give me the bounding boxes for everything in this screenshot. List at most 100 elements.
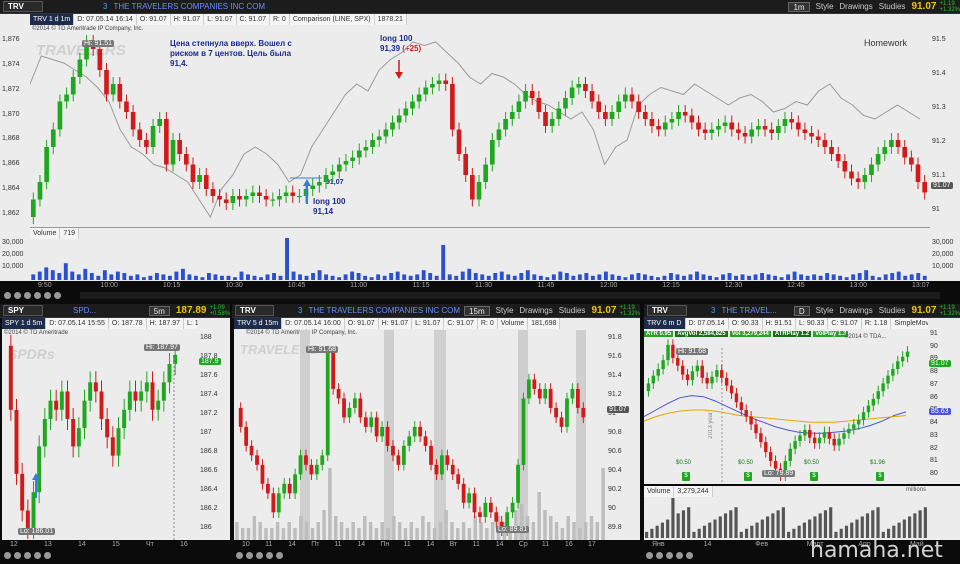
- volume-bar: [128, 275, 133, 280]
- top-scrollbar[interactable]: [80, 292, 940, 299]
- candle: [238, 407, 243, 427]
- candle: [77, 59, 83, 77]
- dividend-icon[interactable]: $: [876, 472, 884, 481]
- trvd-timeframe[interactable]: D: [793, 305, 810, 316]
- candle: [336, 164, 342, 172]
- hi-label: Hi: 91.51: [82, 40, 115, 47]
- spy-symbol-input[interactable]: SPY: [3, 305, 43, 316]
- link-number[interactable]: 3: [103, 2, 107, 11]
- candle: [629, 94, 635, 102]
- candle: [503, 119, 508, 130]
- candle: [583, 84, 588, 91]
- volume-bar: [402, 274, 407, 280]
- candle: [271, 493, 276, 513]
- trvd-studies[interactable]: Studies: [879, 306, 906, 315]
- trvd-symbol-input[interactable]: TRV: [647, 305, 687, 316]
- timeframe-button[interactable]: 1m: [788, 1, 810, 12]
- volume-bar: [787, 531, 791, 538]
- spy-zoom-controls[interactable]: [4, 552, 51, 560]
- candle: [461, 483, 466, 503]
- candle: [217, 196, 222, 200]
- candle: [705, 377, 709, 384]
- candle: [702, 129, 708, 133]
- trvd-zoom-controls[interactable]: [646, 552, 693, 560]
- axis-tick-label: 1,868: [2, 135, 20, 143]
- studies-menu[interactable]: Studies: [879, 2, 906, 11]
- trv5-link[interactable]: 3: [298, 306, 302, 315]
- candle: [554, 407, 558, 418]
- trvd-drawings[interactable]: Drawings: [839, 306, 872, 315]
- candle: [396, 455, 401, 465]
- trv5-lo-label: Lo: 89.81: [496, 526, 530, 533]
- style-menu[interactable]: Style: [816, 2, 834, 11]
- volume-bar: [428, 273, 433, 280]
- time-tick-label: 12:30: [724, 282, 743, 289]
- volume-bar: [493, 273, 498, 280]
- candle: [837, 438, 841, 446]
- trvd-style[interactable]: Style: [816, 306, 834, 315]
- dividend-icon[interactable]: $: [682, 472, 690, 481]
- spy-timeframe[interactable]: 5m: [148, 305, 170, 316]
- drawings-menu[interactable]: Drawings: [839, 2, 872, 11]
- volume-bar: [252, 275, 257, 280]
- candle: [374, 417, 379, 437]
- volume-bar: [864, 270, 869, 280]
- trvd-ma-price: 85.63: [929, 408, 951, 415]
- volume-bar: [708, 522, 712, 538]
- trv5-timeframe[interactable]: 15m: [464, 305, 490, 316]
- candle: [104, 70, 109, 95]
- volume-bar: [813, 516, 817, 538]
- symbol-input[interactable]: TRV: [3, 1, 43, 12]
- volume-bar: [460, 271, 465, 280]
- time-tick-label: 12:00: [599, 282, 618, 289]
- candle: [82, 400, 87, 429]
- volume-bar: [330, 275, 335, 280]
- candle: [423, 87, 429, 95]
- candle: [170, 140, 176, 165]
- trv5-symbol-input[interactable]: TRV: [235, 305, 275, 316]
- trvd-link[interactable]: 3: [711, 306, 715, 315]
- volume-bar: [525, 270, 530, 280]
- volume-bar: [645, 531, 649, 538]
- candle: [350, 157, 355, 161]
- candle: [463, 154, 469, 175]
- top-vol-left-axis: 30,000 20,000 10,000: [0, 227, 30, 281]
- volume-bar: [577, 274, 582, 280]
- candle: [223, 199, 229, 203]
- trv5-zoom-controls[interactable]: [236, 552, 283, 560]
- candle: [30, 199, 36, 217]
- dividend-icon[interactable]: $: [810, 472, 818, 481]
- volume-bar: [333, 516, 338, 540]
- dividend-icon[interactable]: $: [744, 472, 752, 481]
- time-tick-label: 10: [242, 541, 250, 548]
- volume-bar: [702, 525, 707, 538]
- candle: [390, 122, 395, 130]
- axis-tick-label: 82: [930, 444, 938, 452]
- time-tick-label: 13: [44, 541, 52, 548]
- axis-tick-label: 91.4: [932, 70, 946, 77]
- volume-bar: [865, 513, 870, 538]
- axis-tick-label: 186.4: [200, 486, 218, 493]
- top-toolbar: TRV 3 THE TRAVELERS COMPANIES INC COM 1m…: [0, 0, 960, 14]
- volume-bar: [174, 271, 179, 280]
- trv5-studies[interactable]: Studies: [559, 306, 586, 315]
- trv5-drawings[interactable]: Drawings: [519, 306, 552, 315]
- candle: [260, 464, 265, 484]
- candle: [336, 388, 341, 399]
- candle: [661, 360, 665, 370]
- candle: [483, 164, 488, 182]
- volume-bar: [642, 274, 647, 280]
- site-watermark: hamaha.net: [810, 538, 943, 563]
- volume-bar: [76, 274, 81, 280]
- axis-tick-label: 1,862: [2, 210, 20, 217]
- candle: [57, 101, 63, 130]
- volume-bar: [623, 277, 628, 280]
- volume-bar: [560, 528, 565, 540]
- time-tick-label: 10:00: [100, 282, 118, 289]
- volume-bar: [415, 274, 420, 280]
- time-tick-label: 10:30: [225, 282, 243, 289]
- trvd-volume-panel: Volume 3,279,244 millions: [644, 486, 928, 540]
- top-zoom-controls[interactable]: [4, 292, 61, 300]
- candle: [71, 418, 76, 447]
- trv5-style[interactable]: Style: [496, 306, 514, 315]
